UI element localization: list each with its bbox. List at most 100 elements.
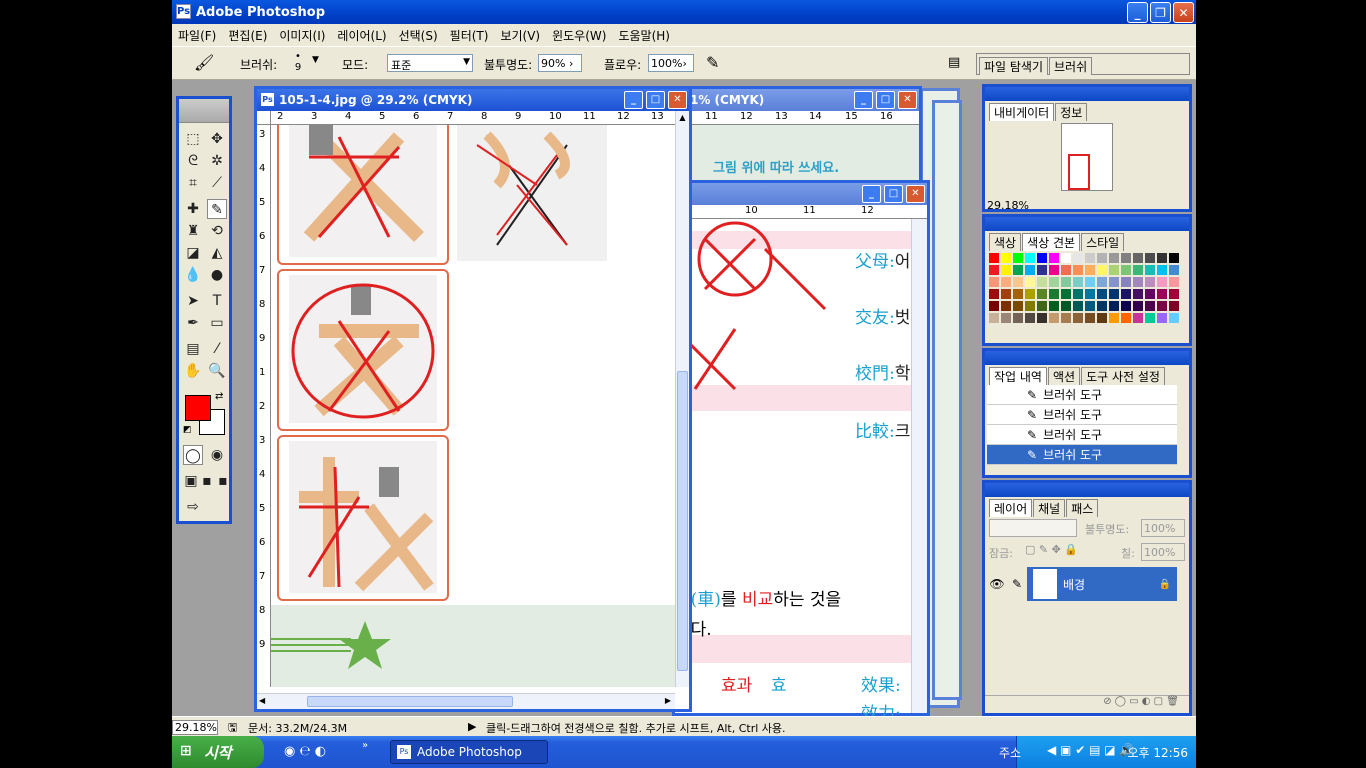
color-swatch[interactable] bbox=[1049, 265, 1059, 275]
status-zoom[interactable]: 29.18% bbox=[172, 720, 218, 735]
color-swatch[interactable] bbox=[989, 265, 999, 275]
color-swatch[interactable] bbox=[1013, 289, 1023, 299]
tab-brushes[interactable]: 브러쉬 bbox=[1049, 57, 1093, 75]
move-tool-icon[interactable]: ✥ bbox=[207, 129, 227, 149]
color-swatch[interactable] bbox=[1061, 265, 1071, 275]
color-swatch[interactable] bbox=[1121, 289, 1131, 299]
color-swatch[interactable] bbox=[1073, 301, 1083, 311]
menu-help[interactable]: 도움말(H) bbox=[612, 27, 676, 44]
color-swatch[interactable] bbox=[1025, 301, 1035, 311]
tab-file-browser[interactable]: 파일 탐색기 bbox=[979, 57, 1049, 75]
blend-mode-select[interactable] bbox=[989, 519, 1077, 537]
color-swatch[interactable] bbox=[1037, 265, 1047, 275]
tab-swatches[interactable]: 색상 견본 bbox=[1022, 233, 1081, 251]
color-swatch[interactable] bbox=[1085, 289, 1095, 299]
quickmask-mode-icon[interactable]: ◉ bbox=[207, 445, 227, 465]
tab-styles[interactable]: 스타일 bbox=[1081, 233, 1125, 251]
color-swatch[interactable] bbox=[1133, 289, 1143, 299]
color-swatch[interactable] bbox=[1169, 277, 1179, 287]
color-swatch[interactable] bbox=[1001, 313, 1011, 323]
color-swatch[interactable] bbox=[1157, 265, 1167, 275]
color-swatch[interactable] bbox=[1049, 253, 1059, 263]
tab-paths[interactable]: 패스 bbox=[1066, 499, 1099, 517]
tab-actions[interactable]: 액션 bbox=[1047, 367, 1081, 385]
color-swatch[interactable] bbox=[989, 301, 999, 311]
back-doc-maximize-button[interactable]: □ bbox=[876, 91, 895, 109]
color-swatch[interactable] bbox=[1133, 277, 1143, 287]
menu-edit[interactable]: 편집(E) bbox=[222, 27, 273, 44]
color-swatch[interactable] bbox=[1085, 313, 1095, 323]
start-button[interactable]: ⊞ 시작 bbox=[172, 736, 264, 768]
color-swatch[interactable] bbox=[1001, 253, 1011, 263]
color-swatch[interactable] bbox=[1097, 313, 1107, 323]
minimize-button[interactable]: _ bbox=[1127, 2, 1148, 23]
mode-select[interactable]: 표준 ▼ bbox=[387, 54, 473, 72]
type-tool-icon[interactable]: T bbox=[207, 291, 227, 311]
zoom-tool-icon[interactable]: 🔍 bbox=[207, 361, 227, 381]
tab-history[interactable]: 작업 내역 bbox=[989, 367, 1047, 385]
color-swatch[interactable] bbox=[1169, 265, 1179, 275]
color-swatch[interactable] bbox=[989, 253, 999, 263]
color-swatch[interactable] bbox=[1133, 313, 1143, 323]
shape-tool-icon[interactable]: ▭ bbox=[207, 313, 227, 333]
brush-dropdown-icon[interactable]: ▼ bbox=[312, 55, 319, 65]
swap-colors-icon[interactable]: ⇄ bbox=[215, 391, 223, 402]
foreground-color-swatch[interactable] bbox=[185, 395, 211, 421]
color-swatch[interactable] bbox=[1133, 265, 1143, 275]
airbrush-icon[interactable]: ✎ bbox=[706, 53, 719, 72]
brush-tool-preset-icon[interactable]: 🖌 bbox=[194, 53, 214, 72]
color-swatch[interactable] bbox=[1145, 253, 1155, 263]
color-swatch[interactable] bbox=[1025, 313, 1035, 323]
document-window-active[interactable]: Ps 105-1-4.jpg @ 29.2% (CMYK) _ □ ✕ 2 3 … bbox=[254, 86, 692, 712]
color-swatch[interactable] bbox=[1013, 277, 1023, 287]
visibility-eye-icon[interactable]: 👁 bbox=[987, 567, 1007, 601]
marquee-tool-icon[interactable]: ⬚ bbox=[183, 129, 203, 149]
taskbar-item-photoshop[interactable]: Ps Adobe Photoshop bbox=[390, 740, 548, 764]
history-brush-icon[interactable]: ⟲ bbox=[207, 221, 227, 241]
color-swatch[interactable] bbox=[1169, 289, 1179, 299]
color-swatch[interactable] bbox=[1013, 301, 1023, 311]
menu-filter[interactable]: 필터(T) bbox=[444, 27, 495, 44]
history-item-active[interactable]: ✎ 브러쉬 도구 bbox=[987, 445, 1177, 465]
color-swatch[interactable] bbox=[1073, 265, 1083, 275]
active-doc-maximize-button[interactable]: □ bbox=[646, 91, 665, 109]
color-swatch[interactable] bbox=[1061, 289, 1071, 299]
hscroll-thumb[interactable] bbox=[307, 696, 513, 707]
paint-bucket-icon[interactable]: ◭ bbox=[207, 243, 227, 263]
color-swatch[interactable] bbox=[1025, 253, 1035, 263]
color-swatch[interactable] bbox=[1061, 253, 1071, 263]
color-swatch[interactable] bbox=[1109, 277, 1119, 287]
color-swatch[interactable] bbox=[1037, 289, 1047, 299]
history-item[interactable]: ✎ 브러쉬 도구 bbox=[987, 385, 1177, 405]
color-swatch[interactable] bbox=[1037, 253, 1047, 263]
color-swatch[interactable] bbox=[1169, 313, 1179, 323]
pen-tool-icon[interactable]: ✒ bbox=[183, 313, 203, 333]
content-doc-minimize-button[interactable]: _ bbox=[862, 185, 881, 203]
active-doc-minimize-button[interactable]: _ bbox=[624, 91, 643, 109]
content-doc-scrollbar[interactable] bbox=[911, 219, 927, 713]
quicklaunch-icons[interactable]: ◉ ℮ ◐ bbox=[284, 744, 326, 759]
slice-tool-icon[interactable]: ⟋ bbox=[207, 173, 227, 193]
flow-input[interactable]: 100%› bbox=[648, 54, 694, 72]
color-swatch[interactable] bbox=[1013, 313, 1023, 323]
color-swatch[interactable] bbox=[1157, 289, 1167, 299]
tab-channels[interactable]: 채널 bbox=[1033, 499, 1066, 517]
color-swatch[interactable] bbox=[989, 277, 999, 287]
color-swatch[interactable] bbox=[1061, 277, 1071, 287]
notes-tool-icon[interactable]: ▤ bbox=[183, 339, 203, 359]
color-swatch[interactable] bbox=[1049, 289, 1059, 299]
color-swatch[interactable] bbox=[1037, 301, 1047, 311]
hand-tool-icon[interactable]: ✋ bbox=[183, 361, 203, 381]
history-item[interactable]: ✎ 브러쉬 도구 bbox=[987, 405, 1177, 425]
tab-layers[interactable]: 레이어 bbox=[989, 499, 1033, 517]
tab-info[interactable]: 정보 bbox=[1055, 103, 1088, 121]
color-swatch[interactable] bbox=[1073, 289, 1083, 299]
active-doc-vertical-scrollbar[interactable]: ▲ bbox=[675, 111, 689, 687]
color-swatch[interactable] bbox=[1025, 289, 1035, 299]
color-swatch[interactable] bbox=[1145, 301, 1155, 311]
default-colors-icon[interactable]: ◩ bbox=[183, 425, 192, 435]
scroll-left-arrow-icon[interactable]: ◀ bbox=[259, 696, 265, 705]
color-swatch[interactable] bbox=[1061, 301, 1071, 311]
color-swatch[interactable] bbox=[1037, 313, 1047, 323]
blur-tool-icon[interactable]: 💧 bbox=[183, 265, 203, 285]
